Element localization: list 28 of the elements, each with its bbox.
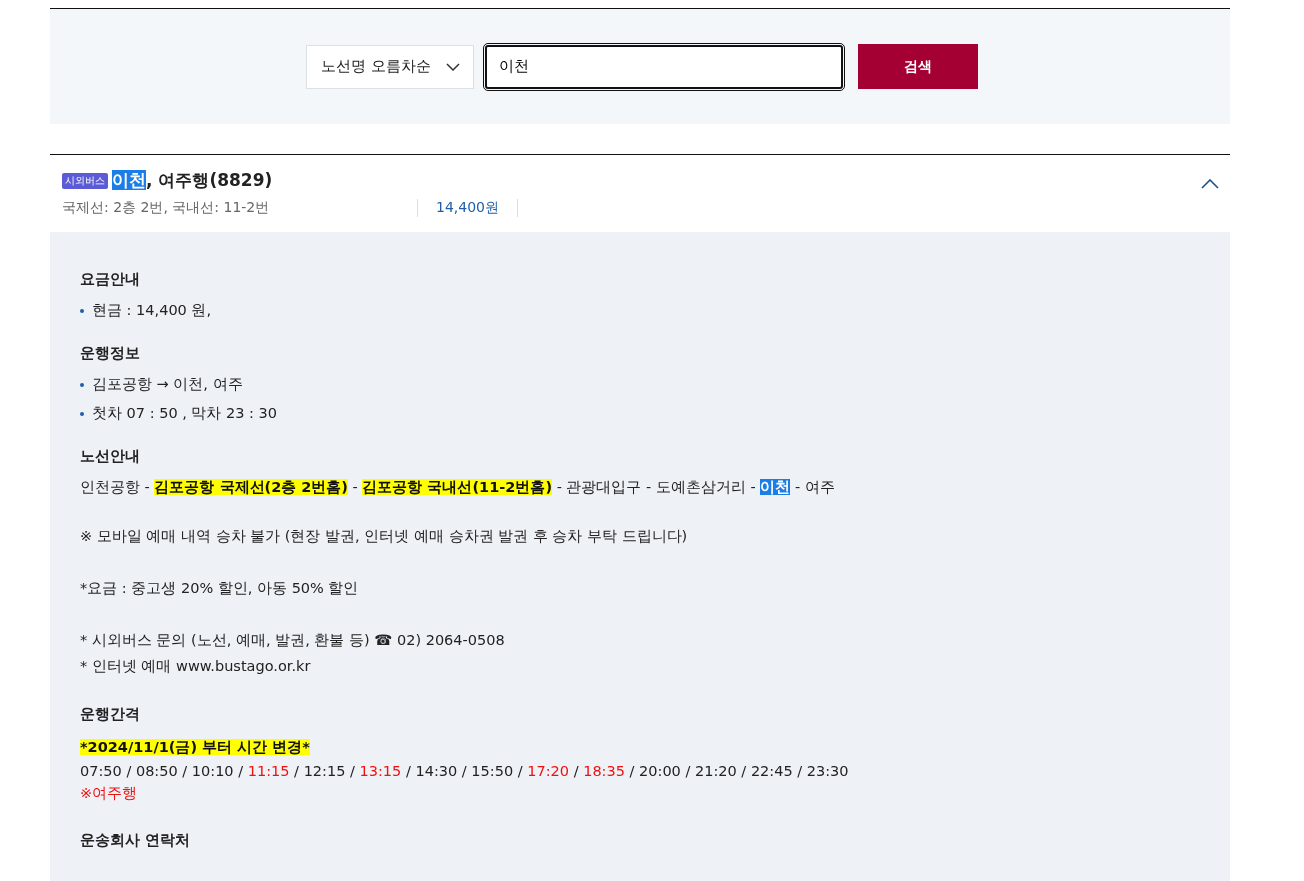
chevron-up-icon[interactable] [1201,179,1219,189]
info-text: 첫차 07 : 50 , 막차 23 : 30 [92,404,278,423]
route-type-badge: 시외버스 [62,172,108,189]
search-button[interactable]: 검색 [858,44,978,89]
info-text: 현금 : 14,400 원, [92,301,212,320]
sort-dropdown[interactable]: 노선명 오름차순 [306,44,474,89]
route-stops-text: 인천공항 - 김포공항 국제선(2층 2번홈) - 김포공항 국내선(11-2번홈) - 관광대입구 - 도예촌삼거리 - 이천 - 여주 [80,478,836,497]
section-heading: 운행정보 [80,344,141,363]
notice-text: *2024/11/1(금) 부터 시간 변경* [80,739,310,755]
info-text: 김포공항 → 이천, 여주 [92,375,243,394]
bullet-icon [80,411,84,416]
section-heading: 노선안내 [80,447,141,466]
section-heading: 요금안내 [80,270,141,289]
timetable-text: 07:50 / 08:50 / 10:10 / 11:15 / 12:15 / 13:15 / 14:30 / 15:50 / 17:20 / 18:35 / 20:00 / 21:20 / 22:45 / 23:30 [80,762,850,781]
route-title: 이천, 여주행(8829) [112,169,273,192]
note-text: * 인터넷 예매 www.bustago.or.kr [80,657,312,676]
boarding-info: 국제선: 2층 2번, 국내선: 11-2번 [62,199,418,217]
note-text: ※ 모바일 예매 내역 승차 불가 (현장 발권, 인터넷 예매 승차권 발권 후 승차 부탁 드립니다) [80,527,689,546]
bullet-icon [80,382,84,387]
bullet-icon [80,308,84,313]
note-text: *요금 : 중고생 20% 할인, 아동 50% 할인 [80,579,360,598]
section-heading: 운송회사 연락처 [80,831,192,850]
note-text: * 시외버스 문의 (노선, 예매, 발권, 환불 등) ☎ 02) 2064-0508 [80,631,506,650]
fare-text: 14,400원 [418,199,518,217]
legend-text: ※여주행 [80,784,139,803]
section-heading: 운행간격 [80,705,141,724]
chevron-down-icon [446,62,460,71]
search-field[interactable]: 이천 [485,44,843,89]
